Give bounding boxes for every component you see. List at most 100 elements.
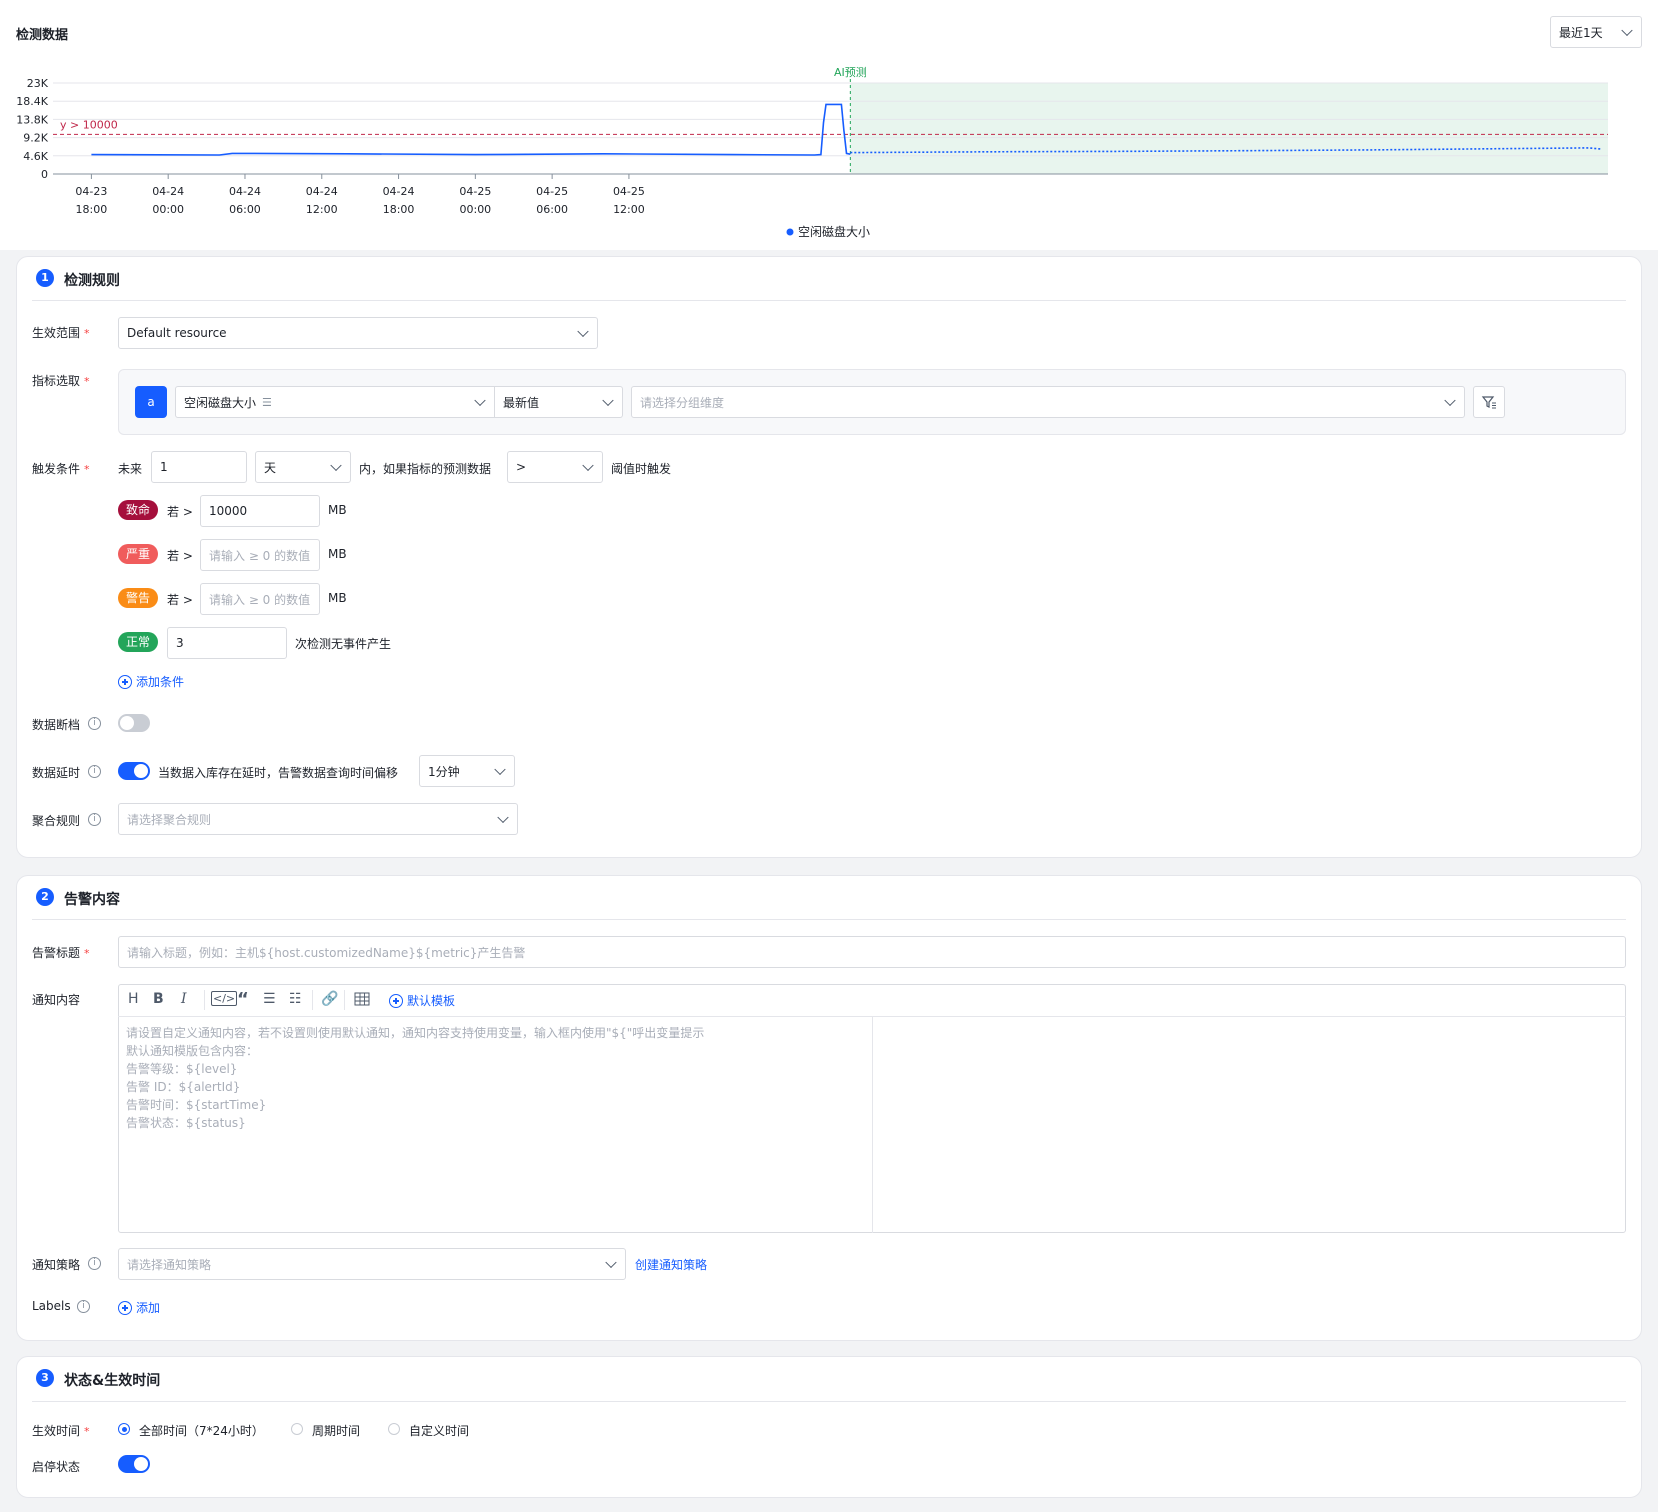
warning-threshold-input[interactable]: 请输入 ≥ 0 的数值 xyxy=(200,583,320,615)
forecast-label: AI预测 xyxy=(834,66,867,79)
policy-select[interactable]: 请选择通知策略 xyxy=(118,1248,626,1280)
notify-content-label: 通知内容 xyxy=(32,993,81,1007)
create-policy-link[interactable]: 创建通知策略 xyxy=(635,1256,707,1273)
labels-label: Labels xyxy=(32,1299,71,1313)
metric-select[interactable]: 空闲磁盘大小 ☰ xyxy=(175,386,495,418)
metric-agg-select[interactable]: 最新值 xyxy=(495,386,623,418)
operator-value: > xyxy=(516,460,527,474)
bold-icon[interactable]: B xyxy=(153,991,164,1007)
add-condition-label: 添加条件 xyxy=(136,675,185,689)
group-dimension-select[interactable]: 请选择分组维度 xyxy=(631,386,1465,418)
option-custom-time: 自定义时间 xyxy=(409,1424,470,1438)
level-unit: MB xyxy=(328,503,347,517)
fatal-threshold-input[interactable]: 10000 xyxy=(200,495,320,527)
enable-toggle[interactable] xyxy=(118,1455,150,1473)
radio-custom-time[interactable] xyxy=(388,1423,400,1435)
level-unit: MB xyxy=(328,547,347,561)
group-placeholder: 请选择分组维度 xyxy=(640,395,725,410)
toggle-knob xyxy=(134,764,148,778)
x-tick-label-date: 04-23 xyxy=(75,185,107,198)
level-tag-normal: 正常 xyxy=(118,632,159,652)
italic-icon[interactable]: I xyxy=(181,991,187,1007)
chevron-down-icon xyxy=(330,459,342,472)
policy-placeholder: 请选择通知策略 xyxy=(127,1257,212,1272)
fatal-threshold-value: 10000 xyxy=(209,504,248,518)
info-icon[interactable]: i xyxy=(88,813,101,826)
normal-count-input[interactable]: 3 xyxy=(167,627,287,659)
section-title: 告警内容 xyxy=(64,892,120,908)
chevron-down-icon xyxy=(602,394,614,407)
level-unit: MB xyxy=(328,591,347,605)
divider xyxy=(32,919,1626,920)
time-range-select[interactable]: 最近1天 xyxy=(1550,16,1642,48)
effective-time-label: 生效时间 * xyxy=(32,1424,90,1438)
info-icon[interactable]: i xyxy=(88,717,101,730)
alert-title-label: 告警标题 * xyxy=(32,946,90,960)
table-icon[interactable] xyxy=(354,992,370,1006)
y-tick-label: 9.2K xyxy=(23,132,48,145)
y-tick-label: 18.4K xyxy=(16,95,48,108)
agg-rule-select[interactable]: 请选择聚合规则 xyxy=(118,803,518,835)
step-number-3: 3 xyxy=(36,1369,54,1387)
trigger-mid-text: 内，如果指标的预测数据 xyxy=(359,462,492,476)
bullet-list-icon[interactable]: ☰ xyxy=(263,991,276,1007)
ordered-list-icon[interactable]: ☷ xyxy=(289,991,302,1007)
x-tick-label-time: 00:00 xyxy=(152,203,184,216)
option-all-time: 全部时间（7*24小时） xyxy=(139,1424,264,1438)
filter-button[interactable] xyxy=(1473,386,1505,418)
info-icon[interactable]: i xyxy=(77,1300,90,1313)
section-title: 检测规则 xyxy=(64,273,120,289)
legend-marker xyxy=(786,228,794,236)
gap-toggle[interactable] xyxy=(118,714,150,732)
gap-label: 数据断档 xyxy=(32,718,81,732)
level-if: 若 > xyxy=(167,549,193,563)
chevron-down-icon xyxy=(577,325,589,338)
metric-name: 空闲磁盘大小 xyxy=(184,395,257,410)
radio-all-time[interactable] xyxy=(118,1423,130,1435)
add-condition-button[interactable]: 添加条件 xyxy=(118,673,184,690)
scope-select[interactable]: Default resource xyxy=(118,317,598,349)
option-periodic-time: 周期时间 xyxy=(312,1424,361,1438)
editor-placeholder[interactable]: 请设置自定义通知内容，若不设置则使用默认通知，通知内容支持使用变量，输入框内使用… xyxy=(126,1024,704,1132)
enable-status-label: 启停状态 xyxy=(32,1460,81,1474)
info-icon[interactable]: i xyxy=(88,765,101,778)
add-label-button[interactable]: 添加 xyxy=(118,1299,160,1316)
x-tick-label-date: 04-25 xyxy=(536,185,568,198)
code-block-icon[interactable]: </> xyxy=(211,991,238,1006)
radio-periodic-time[interactable] xyxy=(291,1423,303,1435)
x-tick-label-time: 18:00 xyxy=(383,203,415,216)
default-template-button[interactable]: 默认模板 xyxy=(389,992,455,1009)
x-tick-label-time: 06:00 xyxy=(229,203,261,216)
agg-label: 聚合规则 xyxy=(32,814,81,828)
threshold-label: y > 10000 xyxy=(60,118,118,131)
x-tick-label-date: 04-24 xyxy=(152,185,184,198)
chevron-down-icon xyxy=(1444,394,1456,407)
heading-icon[interactable]: H xyxy=(128,991,139,1007)
x-tick-label-time: 18:00 xyxy=(76,203,108,216)
filter-icon xyxy=(1481,396,1496,409)
delay-offset-select[interactable]: 1分钟 xyxy=(419,755,515,787)
detection-data-panel: 检测数据 最近1天 23K 18.4K 13.8K 9.2K 4.6K 0 04-23 18:… xyxy=(0,0,1658,250)
plus-circle-icon xyxy=(389,994,403,1008)
section-title: 状态&生效时间 xyxy=(64,1373,161,1389)
alert-title-placeholder: 请输入标题，例如：主机${host.customizedName}${metri… xyxy=(127,945,526,960)
quote-icon[interactable]: “ xyxy=(237,989,249,1010)
x-tick-label-date: 04-24 xyxy=(383,185,415,198)
chevron-down-icon xyxy=(494,763,506,776)
y-tick-label: 13.8K xyxy=(16,113,48,126)
critical-threshold-input[interactable]: 请输入 ≥ 0 的数值 xyxy=(200,539,320,571)
unit-select[interactable]: 天 xyxy=(255,451,351,483)
link-icon[interactable]: 🔗 xyxy=(321,991,338,1007)
future-value-input[interactable]: 1 xyxy=(151,451,247,483)
alert-title-input[interactable]: 请输入标题，例如：主机${host.customizedName}${metri… xyxy=(118,936,1626,968)
step-number-2: 2 xyxy=(36,888,54,906)
plus-circle-icon xyxy=(118,675,132,689)
operator-select[interactable]: > xyxy=(507,451,603,483)
chart-title: 检测数据 xyxy=(16,28,69,43)
chevron-down-icon xyxy=(474,394,486,407)
x-tick-label-time: 00:00 xyxy=(459,203,491,216)
info-icon[interactable]: i xyxy=(88,1257,101,1270)
x-tick-label-date: 04-24 xyxy=(229,185,261,198)
divider xyxy=(32,300,1626,301)
delay-toggle[interactable] xyxy=(118,762,150,780)
